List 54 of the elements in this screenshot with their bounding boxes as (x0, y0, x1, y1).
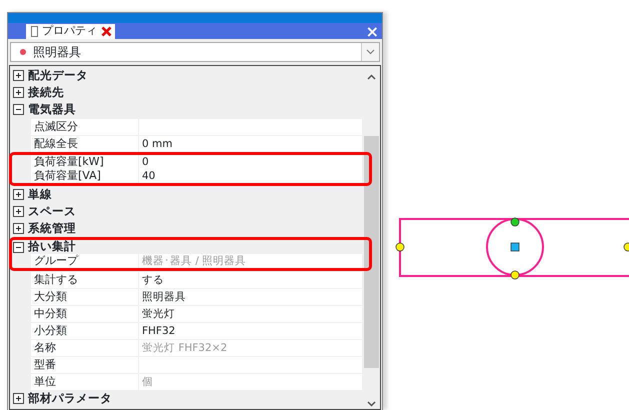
scroll-up-icon[interactable] (366, 74, 376, 80)
property-name: 集計する (31, 272, 138, 288)
close-icon[interactable] (101, 26, 112, 37)
property-value[interactable]: 蛍光灯 (139, 306, 362, 322)
property-value: 機器･器具 / 照明器具 (139, 254, 362, 268)
category-label[interactable]: 系統管理 (28, 220, 76, 238)
object-selector[interactable]: 照明器具 (10, 42, 380, 62)
dot-icon (19, 48, 27, 56)
handle-icon[interactable] (510, 270, 520, 280)
expand-icon[interactable] (13, 70, 24, 81)
property-name: 負荷容量[VA] (31, 169, 138, 183)
chevron-down-icon[interactable] (366, 49, 375, 55)
light-fixture-drawing[interactable] (396, 218, 629, 280)
property-name: グループ (31, 254, 138, 268)
property-name: 小分類 (31, 322, 138, 338)
collapse-icon[interactable] (13, 104, 24, 115)
category-label[interactable]: 部材パラメータ (28, 390, 112, 408)
property-value[interactable]: 0 mm (139, 136, 362, 152)
property-name: 単位 (31, 374, 138, 390)
property-value[interactable]: 40 (139, 169, 362, 183)
property-value: 個 (139, 374, 362, 390)
close-button[interactable]: × (362, 25, 382, 39)
property-name: 型番 (31, 356, 138, 372)
expand-icon[interactable] (13, 223, 24, 234)
property-value[interactable]: 照明器具 (139, 288, 362, 304)
category-label[interactable]: 拾い集計 (28, 238, 76, 256)
property-name: 名称 (31, 340, 138, 356)
panel-tab[interactable]: プロパティ (26, 24, 115, 39)
expand-icon[interactable] (13, 206, 24, 217)
property-value: 蛍光灯 FHF32×2 (139, 340, 362, 356)
category-label[interactable]: 配光データ (28, 66, 88, 84)
expand-icon[interactable] (13, 189, 24, 200)
expand-icon[interactable] (13, 87, 24, 98)
category-label[interactable]: 単線 (28, 186, 52, 204)
handle-icon[interactable] (396, 242, 404, 252)
scroll-down-icon[interactable] (366, 401, 376, 407)
expand-icon[interactable] (13, 393, 24, 404)
property-name: 配線全長 (31, 136, 138, 152)
property-name: 負荷容量[kW] (31, 155, 138, 169)
document-icon (31, 26, 38, 37)
scrollbar-thumb[interactable] (364, 136, 378, 368)
property-name: 中分類 (31, 306, 138, 322)
property-name: 点滅区分 (31, 118, 138, 134)
category-label[interactable]: スペース (28, 202, 76, 220)
category-label[interactable]: 電気器具 (28, 100, 76, 118)
handle-icon[interactable] (510, 218, 520, 226)
handle-icon[interactable] (624, 242, 629, 252)
property-value[interactable]: 0 (139, 155, 362, 169)
center-handle-icon[interactable] (510, 242, 520, 252)
category-label[interactable]: 接続先 (28, 84, 64, 102)
property-name: 大分類 (31, 288, 138, 304)
collapse-icon[interactable] (13, 242, 24, 252)
property-value[interactable]: する (139, 272, 362, 288)
property-value[interactable]: FHF32 (139, 322, 362, 338)
